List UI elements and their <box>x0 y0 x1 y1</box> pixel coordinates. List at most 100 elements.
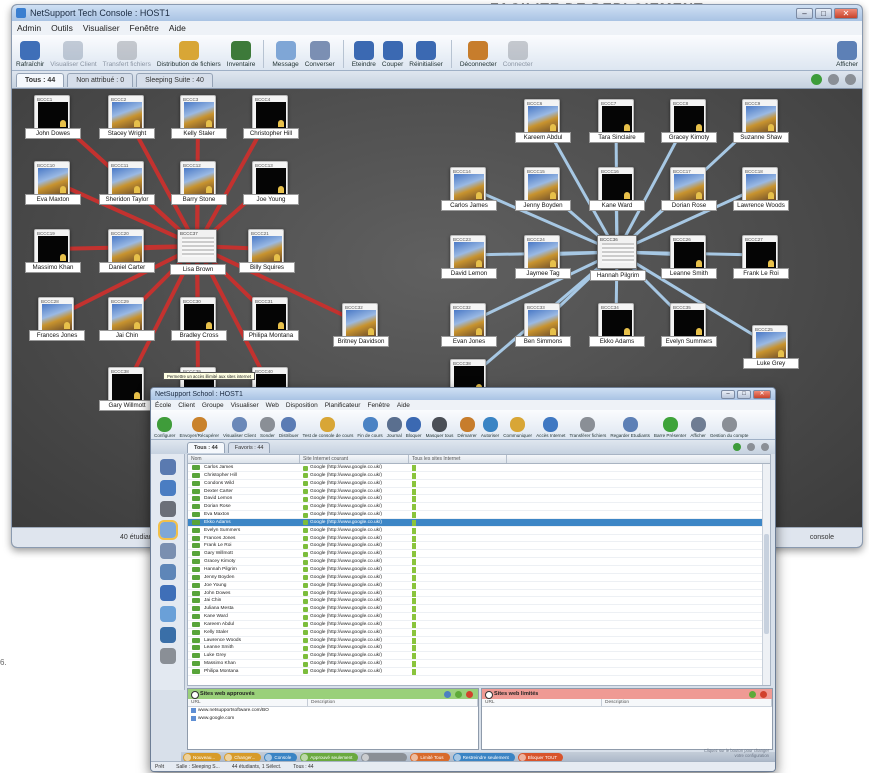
student-node[interactable]: BCCC3 Kelly Staler <box>171 95 227 139</box>
student-node[interactable]: BCCC12 Barry Stone <box>171 161 227 205</box>
grid-header-current-site[interactable]: Site Internet courant <box>300 455 409 463</box>
toolbar-button-1[interactable]: Visualiser Client <box>50 41 97 68</box>
student-node[interactable]: BCCC8 Gracey Kimoty <box>661 99 717 143</box>
maximize-button[interactable]: □ <box>815 7 832 19</box>
school-menu-7[interactable]: Fenêtre <box>367 402 389 409</box>
table-row[interactable]: Hannah Pilgrim Google (http://www.google.… <box>188 566 770 574</box>
student-node[interactable]: BCCC13 Joe Young <box>243 161 299 205</box>
school-toolbar-button-14[interactable]: Transférer fichiers <box>569 417 606 438</box>
school-menu-8[interactable]: Aide <box>397 402 410 409</box>
table-row[interactable]: Frances Jones Google (http://www.google.c… <box>188 535 770 543</box>
school-toolbar-button-13[interactable]: Accès Internet <box>536 417 565 438</box>
school-toolbar-button-5[interactable]: Test de console de cours <box>303 417 353 438</box>
menu-3[interactable]: Fenêtre <box>130 23 159 33</box>
toolbar-button-9[interactable]: Eteindre <box>352 41 376 68</box>
web-icon[interactable] <box>157 520 178 540</box>
student-node[interactable]: BCCC38 Gary Willmott <box>99 367 155 411</box>
survey-icon[interactable] <box>159 648 176 664</box>
student-node[interactable]: BCCC28 Frances Jones <box>29 297 85 341</box>
add-icon[interactable] <box>749 690 756 698</box>
toolbar-button-13[interactable]: Déconnecter <box>460 41 497 68</box>
student-node[interactable]: BCCC14 Carlos James <box>441 167 497 211</box>
tab-1[interactable]: Non attribué : 0 <box>67 72 134 87</box>
student-node[interactable]: BCCC15 Jenny Boyden <box>515 167 571 211</box>
tutor-hub-node[interactable]: BCCC37 Lisa Brown <box>170 229 226 275</box>
table-row[interactable]: Luke Grey Google (http://www.google.co.uk… <box>188 652 770 661</box>
table-row[interactable]: Lawrence Woods Google (http://www.google.… <box>188 637 770 645</box>
delete-icon[interactable] <box>760 690 767 698</box>
toolbar-button-6[interactable]: Message <box>272 41 299 68</box>
student-node[interactable]: BCCC7 Tara Sinclaire <box>589 99 645 143</box>
school-toolbar-button-10[interactable]: Démarrer <box>457 417 477 438</box>
minimize-button[interactable]: – <box>796 7 813 19</box>
student-node[interactable]: BCCC2 Stacey Wright <box>99 95 155 139</box>
table-row[interactable]: Kelly Staler Google (http://www.google.co… <box>188 629 770 637</box>
school-toolbar-button-8[interactable]: Bloquer <box>406 417 422 438</box>
school-toolbar-button-18[interactable]: Gestion du compte <box>710 417 748 438</box>
menu-0[interactable]: Admin <box>17 23 41 33</box>
student-node[interactable]: BCCC27 Frank Le Roi <box>733 235 789 279</box>
school-toolbar-button-3[interactable]: Sonder <box>259 417 275 438</box>
student-node[interactable]: BCCC1 John Dowes <box>25 95 81 139</box>
student-node[interactable]: BCCC9 Suzanne Shaw <box>733 99 789 143</box>
table-row[interactable]: Evelyn Summers Google (http://www.google.… <box>188 527 770 535</box>
table-row[interactable]: Juliana Mesta Google (http://www.google.c… <box>188 605 770 614</box>
student-node[interactable]: BCCC19 Massimo Khan <box>25 229 81 273</box>
keyboard-icon[interactable] <box>159 606 176 622</box>
approved-col-description[interactable]: Description <box>308 699 478 706</box>
school-menu-5[interactable]: Disposition <box>286 402 318 409</box>
toolbar-button-0[interactable]: Rafraîchir <box>16 41 44 68</box>
student-node[interactable]: BCCC18 Lawrence Woods <box>733 167 789 211</box>
table-row[interactable]: Kane Ward Google (http://www.google.co.uk… <box>188 613 770 621</box>
student-node[interactable]: BCCC16 Kane Ward <box>589 167 645 211</box>
school-toolbar-button-2[interactable]: Visualiser Client <box>223 417 256 438</box>
approved-col-url[interactable]: URL <box>188 699 308 706</box>
school-toolbar-button-4[interactable]: Distribuer <box>279 417 299 438</box>
school-close-button[interactable]: ✕ <box>753 389 771 399</box>
table-row[interactable]: Dexter Carter Google (http://www.google.c… <box>188 488 770 496</box>
table-row[interactable]: John Dowes Google (http://www.google.co.u… <box>188 590 770 598</box>
student-node[interactable]: BCCC30 Bradley Cross <box>171 297 227 341</box>
student-node[interactable]: BCCC10 Eva Maxton <box>25 161 81 205</box>
tab-0[interactable]: Tous : 44 <box>16 72 65 87</box>
student-node[interactable]: BCCC17 Dorian Rose <box>661 167 717 211</box>
table-row[interactable]: Carlos James Google (http://www.google.co… <box>188 464 770 472</box>
toolbar-button-7[interactable]: Converser <box>305 41 335 68</box>
table-row[interactable]: Frank Le Roi Google (http://www.google.co… <box>188 542 770 551</box>
student-node[interactable]: BCCC35 Evelyn Summers <box>661 303 717 347</box>
student-node[interactable]: BCCC33 Ben Simmons <box>515 303 571 347</box>
close-button[interactable]: ✕ <box>834 7 858 19</box>
print-icon[interactable] <box>159 501 176 517</box>
toolbar-button-2[interactable]: Transfert fichiers <box>103 41 151 68</box>
user-icon[interactable] <box>159 627 176 643</box>
expand-icon[interactable] <box>747 443 755 451</box>
student-node[interactable]: BCCC31 Philipa Montana <box>243 297 299 341</box>
monitor-icon[interactable] <box>159 480 176 496</box>
toolbar-button-14[interactable]: Connecter <box>503 41 533 68</box>
add-icon[interactable] <box>455 690 462 698</box>
school-maximize-button[interactable]: □ <box>737 389 751 399</box>
add-group-icon[interactable] <box>733 443 741 451</box>
print-icon[interactable] <box>845 74 856 85</box>
table-row[interactable]: Gracey Kimoty Google (http://www.google.c… <box>188 558 770 566</box>
student-node[interactable]: BCCC29 Jai Chin <box>99 297 155 341</box>
toolbar-button-11[interactable]: Réinitialiser <box>409 41 443 68</box>
device-icon[interactable] <box>159 564 176 580</box>
toolbar-button-10[interactable]: Couper <box>382 41 403 68</box>
toolbar-button-4[interactable]: Inventaire <box>227 41 255 68</box>
table-row[interactable]: Kareem Abdul Google (http://www.google.co… <box>188 621 770 629</box>
tutor-hub-node[interactable]: BCCC36 Hannah Pilgrim <box>590 235 646 281</box>
student-node[interactable]: BCCC11 Sheridon Taylor <box>99 161 155 205</box>
school-toolbar-button-9[interactable]: Masquer tous <box>426 417 453 438</box>
audio-icon[interactable] <box>159 585 176 601</box>
student-node[interactable]: BCCC26 Leanne Smith <box>661 235 717 279</box>
grid-scrollbar[interactable] <box>762 464 770 685</box>
table-row[interactable]: Ekko Adams Google (http://www.google.co.u… <box>188 518 770 527</box>
school-menu-3[interactable]: Visualiser <box>231 402 259 409</box>
apps-icon[interactable] <box>159 543 176 559</box>
table-row[interactable]: Christopher Hill Google (http://www.googl… <box>188 472 770 480</box>
menu-4[interactable]: Aide <box>169 23 186 33</box>
school-toolbar-button-15[interactable]: Regarder Etudiants <box>610 417 650 438</box>
school-toolbar-button-1[interactable]: Envoyer/Récupérer <box>179 417 219 438</box>
menu-2[interactable]: Visualiser <box>83 23 120 33</box>
